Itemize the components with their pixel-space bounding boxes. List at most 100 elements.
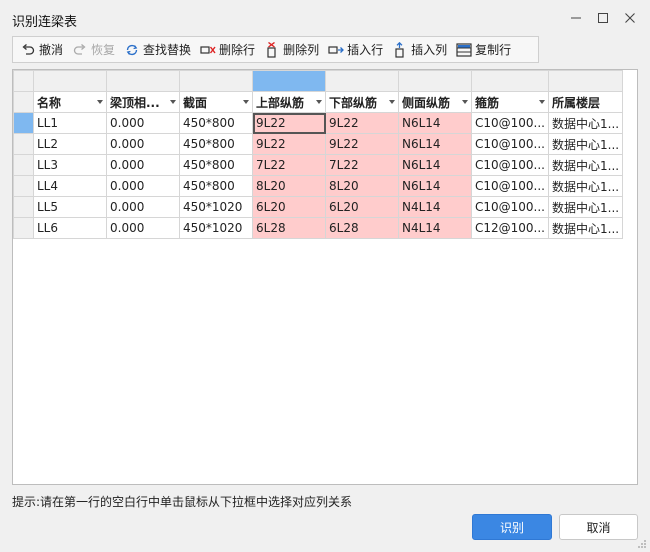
- table-cell[interactable]: 数据中心1...: [547, 112, 624, 134]
- column-selector[interactable]: [33, 70, 107, 92]
- delete-row-icon: [200, 42, 216, 58]
- table-cell[interactable]: 450*800: [179, 133, 253, 155]
- dropdown-arrow-icon: [243, 100, 249, 104]
- table-cell[interactable]: LL2: [33, 133, 107, 155]
- column-header-name[interactable]: 名称: [33, 91, 107, 113]
- table-cell[interactable]: C10@100...: [471, 154, 549, 176]
- row-header[interactable]: [13, 196, 34, 218]
- table-cell[interactable]: 0.000: [106, 133, 180, 155]
- insert-column-button[interactable]: 插入列: [389, 38, 451, 61]
- table-cell[interactable]: 数据中心1...: [547, 175, 624, 197]
- row-header[interactable]: [13, 217, 34, 239]
- column-selector[interactable]: [325, 70, 399, 92]
- column-selector-selected[interactable]: [252, 70, 326, 92]
- table-cell[interactable]: 450*800: [179, 175, 253, 197]
- table-row[interactable]: LL3 0.000 450*800 7L22 7L22 N6L14 C10@100... 数据…: [13, 154, 624, 176]
- column-selector[interactable]: [179, 70, 253, 92]
- column-header-top-rebar[interactable]: 上部纵筋: [252, 91, 326, 113]
- column-selector[interactable]: [471, 70, 549, 92]
- window-title: 识别连梁表: [12, 15, 78, 30]
- close-button[interactable]: [620, 8, 640, 28]
- table-cell[interactable]: C10@100...: [471, 175, 549, 197]
- header-label: 截面: [183, 95, 208, 110]
- recognize-button[interactable]: 识别: [472, 514, 552, 540]
- data-grid[interactable]: 名称 梁顶相... 截面 上部纵筋 下部纵筋 侧面纵筋 箍筋 所属楼层 LL1 0…: [12, 69, 638, 485]
- table-cell[interactable]: N6L14: [398, 154, 472, 176]
- column-header-side-rebar[interactable]: 侧面纵筋: [398, 91, 472, 113]
- table-row[interactable]: LL5 0.000 450*1020 6L20 6L20 N4L14 C10@100... 数…: [13, 196, 624, 218]
- redo-button[interactable]: 恢复: [69, 38, 119, 61]
- table-row[interactable]: LL1 0.000 450*800 9L22 9L22 N6L14 C10@100... 数据…: [13, 112, 624, 134]
- table-cell[interactable]: 数据中心1...: [547, 133, 624, 155]
- delete-column-button[interactable]: 删除列: [261, 38, 323, 61]
- table-cell[interactable]: 6L20: [252, 196, 326, 218]
- table-cell[interactable]: 7L22: [325, 154, 399, 176]
- table-cell[interactable]: 9L22: [252, 133, 326, 155]
- table-cell[interactable]: 9L22: [325, 133, 399, 155]
- table-cell[interactable]: 数据中心1...: [547, 154, 624, 176]
- table-cell[interactable]: 0.000: [106, 112, 180, 134]
- table-cell[interactable]: N6L14: [398, 175, 472, 197]
- table-cell[interactable]: 9L22: [252, 112, 326, 134]
- table-cell[interactable]: N6L14: [398, 112, 472, 134]
- table-row[interactable]: LL6 0.000 450*1020 6L28 6L28 N4L14 C12@100... 数…: [13, 217, 624, 239]
- table-cell[interactable]: 0.000: [106, 196, 180, 218]
- table-cell[interactable]: 450*1020: [179, 196, 253, 218]
- table-body: LL1 0.000 450*800 9L22 9L22 N6L14 C10@100... 数据…: [13, 112, 624, 239]
- table-cell[interactable]: LL4: [33, 175, 107, 197]
- column-selector[interactable]: [398, 70, 472, 92]
- table-cell[interactable]: C10@100...: [471, 196, 549, 218]
- table-cell[interactable]: 8L20: [252, 175, 326, 197]
- column-header-section[interactable]: 截面: [179, 91, 253, 113]
- minimize-button[interactable]: [566, 8, 586, 28]
- column-header-stirrup[interactable]: 箍筋: [471, 91, 549, 113]
- row-header[interactable]: [13, 154, 34, 176]
- column-selector[interactable]: [547, 70, 624, 92]
- table-cell[interactable]: LL5: [33, 196, 107, 218]
- column-selector[interactable]: [106, 70, 180, 92]
- copy-row-button[interactable]: 复制行: [453, 38, 515, 61]
- table-cell[interactable]: 8L20: [325, 175, 399, 197]
- cancel-button[interactable]: 取消: [559, 514, 638, 540]
- beam-table: 名称 梁顶相... 截面 上部纵筋 下部纵筋 侧面纵筋 箍筋 所属楼层 LL1 0…: [13, 70, 624, 239]
- resize-grip-icon[interactable]: [637, 539, 647, 549]
- table-cell[interactable]: 6L28: [325, 217, 399, 239]
- find-replace-button[interactable]: 查找替换: [121, 38, 195, 61]
- header-label: 箍筋: [475, 95, 500, 110]
- table-cell[interactable]: LL3: [33, 154, 107, 176]
- table-cell[interactable]: 9L22: [325, 112, 399, 134]
- table-row[interactable]: LL2 0.000 450*800 9L22 9L22 N6L14 C10@100... 数据…: [13, 133, 624, 155]
- column-header-top-elevation[interactable]: 梁顶相...: [106, 91, 180, 113]
- table-cell[interactable]: C12@100...: [471, 217, 549, 239]
- column-header-bottom-rebar[interactable]: 下部纵筋: [325, 91, 399, 113]
- table-cell[interactable]: 0.000: [106, 217, 180, 239]
- undo-button[interactable]: 撤消: [17, 38, 67, 61]
- table-row[interactable]: LL4 0.000 450*800 8L20 8L20 N6L14 C10@100... 数据…: [13, 175, 624, 197]
- table-cell[interactable]: LL1: [33, 112, 107, 134]
- insert-row-button[interactable]: 插入行: [325, 38, 387, 61]
- table-cell[interactable]: C10@100...: [471, 133, 549, 155]
- table-cell[interactable]: 6L20: [325, 196, 399, 218]
- table-cell[interactable]: 数据中心1...: [547, 217, 624, 239]
- delete-row-button[interactable]: 删除行: [197, 38, 259, 61]
- table-cell[interactable]: N4L14: [398, 196, 472, 218]
- insert-row-icon: [328, 42, 344, 58]
- table-cell[interactable]: 6L28: [252, 217, 326, 239]
- table-cell[interactable]: 0.000: [106, 175, 180, 197]
- row-header[interactable]: [13, 112, 34, 134]
- table-cell[interactable]: 7L22: [252, 154, 326, 176]
- table-cell[interactable]: N4L14: [398, 217, 472, 239]
- column-header-floor[interactable]: 所属楼层: [547, 91, 624, 113]
- table-cell[interactable]: LL6: [33, 217, 107, 239]
- table-cell[interactable]: 数据中心1...: [547, 196, 624, 218]
- table-cell[interactable]: N6L14: [398, 133, 472, 155]
- table-cell[interactable]: C10@100...: [471, 112, 549, 134]
- table-cell[interactable]: 450*1020: [179, 217, 253, 239]
- hint-text: 提示:请在第一行的空白行中单击鼠标从下拉框中选择对应列关系: [12, 495, 353, 509]
- row-header[interactable]: [13, 175, 34, 197]
- table-cell[interactable]: 450*800: [179, 112, 253, 134]
- table-cell[interactable]: 450*800: [179, 154, 253, 176]
- row-header[interactable]: [13, 133, 34, 155]
- table-cell[interactable]: 0.000: [106, 154, 180, 176]
- maximize-button[interactable]: [593, 8, 613, 28]
